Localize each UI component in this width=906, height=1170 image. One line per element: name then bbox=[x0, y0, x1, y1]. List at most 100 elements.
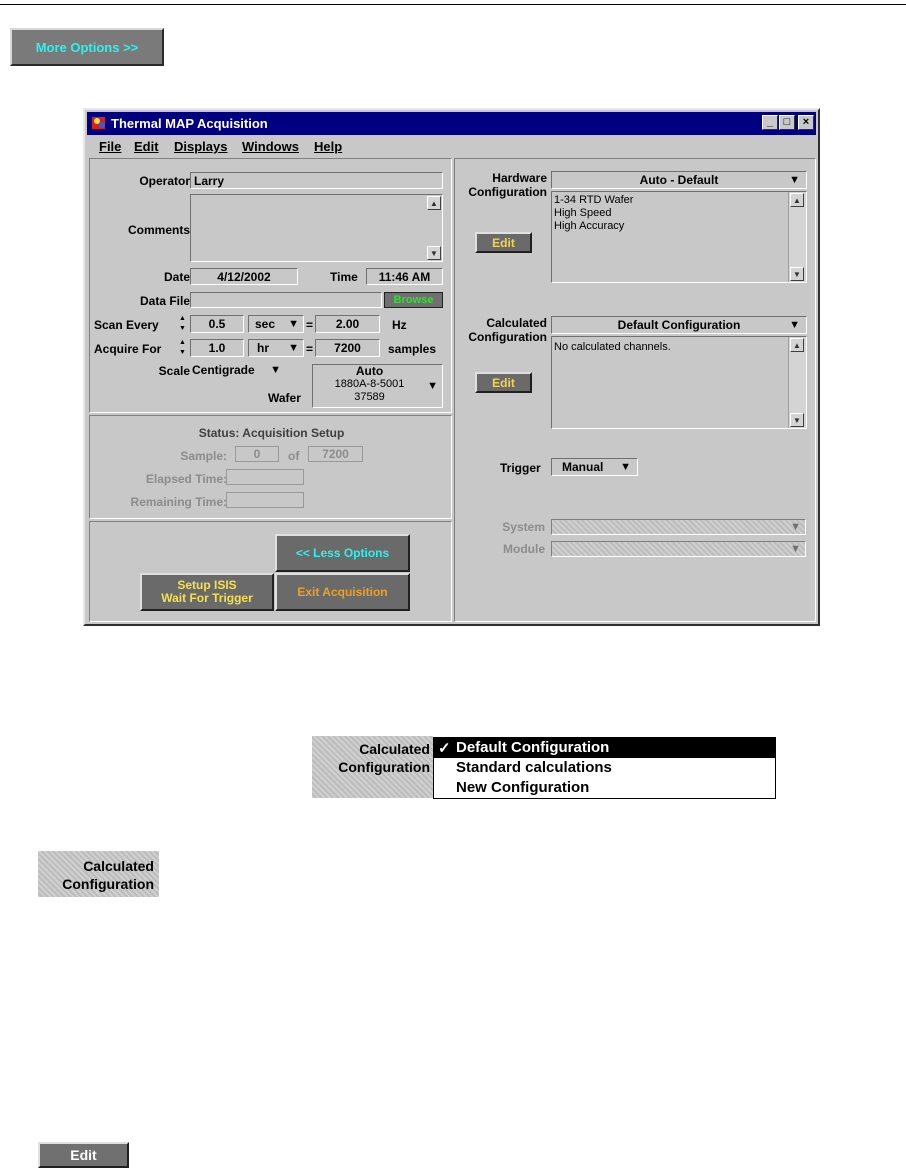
scan-unit-select[interactable]: sec ▼ bbox=[248, 315, 304, 333]
hardware-config-label: Hardware Configuration bbox=[468, 171, 547, 199]
scroll-up-icon[interactable]: ▲ bbox=[790, 193, 804, 207]
calculated-config-select[interactable]: Default Configuration ▼ bbox=[551, 316, 807, 334]
menu-bar: File Edit Displays Windows Help bbox=[87, 136, 816, 156]
calculated-config-callout: Calculated Configuration bbox=[38, 851, 159, 897]
close-button[interactable]: × bbox=[798, 115, 814, 130]
trigger-select[interactable]: Manual ▼ bbox=[551, 458, 638, 476]
setup-isis-button[interactable]: Setup ISIS Wait For Trigger bbox=[140, 573, 274, 611]
less-options-button[interactable]: << Less Options bbox=[275, 534, 410, 572]
configuration-panel: Hardware Configuration Auto - Default ▼ 1… bbox=[454, 158, 816, 622]
scrollbar[interactable]: ▲ ▼ bbox=[788, 337, 806, 428]
list-item[interactable]: High Accuracy bbox=[554, 220, 804, 233]
edit-button-callout[interactable]: Edit bbox=[38, 1142, 129, 1168]
module-select: ▼ bbox=[551, 541, 806, 557]
chevron-down-icon: ▼ bbox=[789, 174, 800, 186]
more-options-button[interactable]: More Options >> bbox=[10, 28, 164, 66]
scrollbar[interactable]: ▲ ▼ bbox=[788, 192, 806, 282]
time-label: Time bbox=[330, 270, 358, 284]
elapsed-time-field bbox=[226, 469, 304, 485]
dropdown-option-new[interactable]: New Configuration bbox=[434, 778, 775, 798]
chevron-down-icon: ▼ bbox=[270, 364, 281, 376]
wafer-select[interactable]: Auto 1880A-8-5001 37589 ▼ bbox=[312, 364, 443, 408]
acquire-for-label: Acquire For bbox=[94, 342, 162, 356]
scan-spinner-icon[interactable]: ▲ ▼ bbox=[178, 314, 187, 334]
chevron-down-icon: ▼ bbox=[790, 521, 801, 533]
menu-displays[interactable]: Displays bbox=[174, 139, 227, 154]
comments-textarea[interactable]: ▲ ▼ bbox=[190, 194, 443, 262]
scroll-down-icon[interactable]: ▼ bbox=[790, 413, 804, 427]
status-panel: Status: Acquisition Setup Sample: 0 of 7… bbox=[89, 415, 452, 519]
button-panel: << Less Options Setup ISIS Wait For Trig… bbox=[89, 521, 452, 622]
trigger-label: Trigger bbox=[500, 461, 541, 475]
sample-field: 0 bbox=[235, 446, 279, 462]
system-select: ▼ bbox=[551, 519, 806, 535]
acquire-duration-input[interactable]: 1.0 bbox=[190, 339, 244, 357]
browse-button[interactable]: Browse bbox=[384, 292, 443, 308]
scroll-up-icon[interactable]: ▲ bbox=[427, 196, 441, 210]
remaining-time-field bbox=[226, 492, 304, 508]
chevron-down-icon: ▼ bbox=[427, 380, 438, 392]
calculated-config-dropdown-menu: ✓ Default Configuration Standard calcula… bbox=[433, 737, 776, 799]
scroll-up-icon[interactable]: ▲ bbox=[790, 338, 804, 352]
menu-file[interactable]: File bbox=[99, 139, 121, 154]
operator-label: Operator bbox=[139, 174, 190, 188]
window-title-bar: Thermal MAP Acquisition _ □ × bbox=[87, 112, 816, 135]
module-label: Module bbox=[503, 542, 545, 556]
equals-sign: = bbox=[306, 318, 314, 332]
sample-label: Sample: bbox=[180, 449, 227, 463]
page-top-rule bbox=[0, 4, 906, 5]
hardware-config-select[interactable]: Auto - Default ▼ bbox=[551, 171, 807, 189]
scale-select[interactable]: Centigrade ▼ bbox=[190, 362, 283, 379]
dropdown-option-default[interactable]: ✓ Default Configuration bbox=[434, 738, 775, 758]
hardware-edit-button[interactable]: Edit bbox=[475, 232, 532, 253]
dropdown-option-standard[interactable]: Standard calculations bbox=[434, 758, 775, 778]
chevron-down-icon: ▼ bbox=[288, 318, 299, 330]
acquire-spinner-icon[interactable]: ▲ ▼ bbox=[178, 338, 187, 358]
exit-acquisition-button[interactable]: Exit Acquisition bbox=[275, 573, 410, 611]
wafer-label: Wafer bbox=[268, 391, 301, 405]
list-item[interactable]: High Speed bbox=[554, 207, 804, 220]
scan-rate-field: 2.00 bbox=[315, 315, 380, 333]
hardware-config-list[interactable]: 1-34 RTD Wafer High Speed High Accuracy … bbox=[551, 191, 807, 283]
scale-label: Scale bbox=[158, 364, 190, 378]
app-icon bbox=[92, 117, 105, 129]
calculated-config-label: Calculated Configuration bbox=[468, 316, 547, 344]
dropdown-callout-label: Calculated Configuration bbox=[312, 736, 433, 798]
list-item[interactable]: No calculated channels. bbox=[554, 341, 804, 354]
chevron-down-icon: ▼ bbox=[620, 461, 631, 473]
menu-edit[interactable]: Edit bbox=[134, 139, 159, 154]
maximize-button[interactable]: □ bbox=[779, 115, 795, 130]
system-label: System bbox=[502, 520, 545, 534]
elapsed-time-label: Elapsed Time: bbox=[145, 472, 227, 486]
chevron-down-icon: ▼ bbox=[790, 543, 801, 555]
hz-unit-label: Hz bbox=[392, 318, 407, 332]
data-file-input[interactable] bbox=[190, 292, 382, 308]
of-label: of bbox=[288, 449, 300, 463]
date-field: 4/12/2002 bbox=[190, 268, 298, 285]
acquire-unit-select[interactable]: hr ▼ bbox=[248, 339, 304, 357]
window-title: Thermal MAP Acquisition bbox=[111, 116, 268, 131]
list-item[interactable]: 1-34 RTD Wafer bbox=[554, 194, 804, 207]
calculated-config-list[interactable]: No calculated channels. ▲ ▼ bbox=[551, 336, 807, 429]
scroll-down-icon[interactable]: ▼ bbox=[427, 246, 441, 260]
time-field: 11:46 AM bbox=[366, 268, 443, 285]
chevron-down-icon: ▼ bbox=[789, 319, 800, 331]
chevron-down-icon: ▼ bbox=[288, 342, 299, 354]
data-file-label: Data File bbox=[139, 294, 190, 308]
sample-total-field: 7200 bbox=[308, 446, 363, 462]
scan-interval-input[interactable]: 0.5 bbox=[190, 315, 244, 333]
operator-input[interactable]: Larry bbox=[190, 172, 443, 189]
minimize-button[interactable]: _ bbox=[762, 115, 778, 130]
calculated-edit-button[interactable]: Edit bbox=[475, 372, 532, 393]
acquire-samples-field: 7200 bbox=[315, 339, 380, 357]
scroll-down-icon[interactable]: ▼ bbox=[790, 267, 804, 281]
menu-help[interactable]: Help bbox=[314, 139, 342, 154]
thermal-map-window: Thermal MAP Acquisition _ □ × File Edit … bbox=[83, 108, 820, 626]
scan-every-label: Scan Every bbox=[94, 318, 159, 332]
equals-sign: = bbox=[306, 342, 314, 356]
status-title: Status: Acquisition Setup bbox=[198, 426, 345, 440]
date-label: Date bbox=[163, 270, 190, 284]
menu-windows[interactable]: Windows bbox=[242, 139, 299, 154]
setup-panel: Operator Larry Comments ▲ ▼ Date 4/12/20… bbox=[89, 158, 452, 413]
comments-label: Comments bbox=[127, 223, 190, 237]
